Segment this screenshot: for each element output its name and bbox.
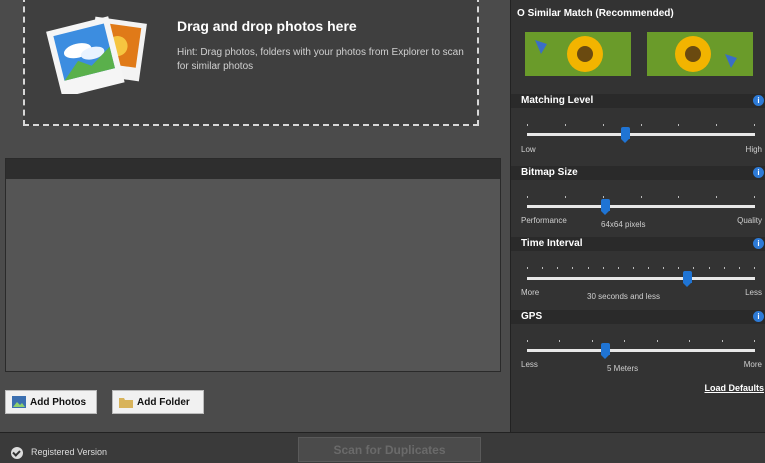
folder-icon	[119, 398, 133, 408]
slider-tick	[559, 340, 560, 342]
matching-level-min: Low	[521, 145, 536, 154]
gps-title: GPS	[521, 311, 543, 322]
time-interval-ticks	[527, 267, 755, 269]
drop-zone[interactable]: Drag and drop photos here Hint: Drag pho…	[23, 0, 479, 126]
slider-tick	[633, 267, 634, 269]
slider-tick	[648, 267, 649, 269]
check-icon	[11, 447, 23, 459]
load-defaults-link[interactable]: Load Defaults	[704, 383, 764, 393]
slider-tick	[565, 124, 566, 126]
slider-tick	[527, 196, 528, 198]
image-icon	[12, 396, 26, 408]
slider-tick	[592, 340, 593, 342]
add-photos-button[interactable]: Add Photos	[5, 390, 97, 414]
slider-tick	[572, 267, 573, 269]
slider-tick	[722, 340, 723, 342]
scan-for-duplicates-button[interactable]: Scan for Duplicates	[298, 437, 481, 462]
sample-image-1	[525, 32, 631, 76]
slider-tick	[603, 196, 604, 198]
slider-tick	[565, 196, 566, 198]
matching-level-title: Matching Level	[521, 95, 594, 106]
info-icon[interactable]: i	[753, 95, 764, 106]
slider-tick	[527, 340, 528, 342]
gps-header: GPS i	[511, 310, 765, 324]
slider-tick	[603, 124, 604, 126]
slider-tick	[641, 124, 642, 126]
slider-tick	[557, 267, 558, 269]
slider-tick	[527, 267, 528, 269]
slider-tick	[754, 267, 755, 269]
slider-tick	[603, 267, 604, 269]
settings-panel: O Similar Match (Recommended) Matching L…	[510, 0, 765, 432]
matching-level-header: Matching Level i	[511, 94, 765, 108]
slider-tick	[754, 196, 755, 198]
info-icon[interactable]: i	[753, 311, 764, 322]
slider-tick	[693, 267, 694, 269]
time-interval-thumb[interactable]	[683, 271, 692, 287]
slider-tick	[618, 267, 619, 269]
gps-ticks	[527, 340, 755, 342]
photos-icon	[46, 16, 147, 94]
time-interval-value: 30 seconds and less	[587, 292, 660, 301]
list-header	[6, 159, 500, 179]
info-icon[interactable]: i	[753, 167, 764, 178]
matching-level-thumb[interactable]	[621, 127, 630, 143]
bitmap-size-value: 64x64 pixels	[601, 220, 646, 229]
add-folder-button[interactable]: Add Folder	[112, 390, 204, 414]
drop-hint: Hint: Drag photos, folders with your pho…	[177, 47, 464, 72]
slider-tick	[663, 267, 664, 269]
slider-tick	[542, 267, 543, 269]
time-interval-title: Time Interval	[521, 238, 583, 249]
bitmap-size-thumb[interactable]	[601, 199, 610, 215]
similar-match-option[interactable]: O Similar Match (Recommended)	[517, 8, 674, 19]
bitmap-size-ticks	[527, 196, 755, 198]
bitmap-size-max: Quality	[737, 216, 762, 225]
slider-tick	[716, 196, 717, 198]
time-interval-slider[interactable]	[527, 277, 755, 280]
slider-tick	[678, 196, 679, 198]
slider-tick	[527, 124, 528, 126]
matching-level-ticks	[527, 124, 755, 126]
info-icon[interactable]: i	[753, 238, 764, 249]
slider-tick	[678, 267, 679, 269]
photo-list[interactable]	[5, 158, 501, 372]
slider-tick	[754, 124, 755, 126]
slider-tick	[657, 340, 658, 342]
time-interval-max: Less	[745, 288, 762, 297]
slider-tick	[689, 340, 690, 342]
time-interval-header: Time Interval i	[511, 237, 765, 251]
slider-tick	[754, 340, 755, 342]
slider-tick	[588, 267, 589, 269]
drop-title: Drag and drop photos here	[177, 18, 357, 34]
gps-slider[interactable]	[527, 349, 755, 352]
slider-tick	[641, 196, 642, 198]
gps-value: 5 Meters	[607, 364, 639, 373]
bitmap-size-title: Bitmap Size	[521, 167, 578, 178]
slider-tick	[678, 124, 679, 126]
slider-tick	[724, 267, 725, 269]
time-interval-min: More	[521, 288, 540, 297]
add-photos-label: Add Photos	[30, 396, 87, 408]
bitmap-size-min: Performance	[521, 216, 567, 225]
sample-image-2	[647, 32, 753, 76]
registered-version-label: Registered Version	[31, 447, 108, 457]
gps-min: Less	[521, 360, 538, 369]
matching-level-slider[interactable]	[527, 133, 755, 136]
slider-tick	[709, 267, 710, 269]
gps-max: More	[743, 360, 762, 369]
radio-icon: O	[517, 8, 528, 19]
similar-match-label: Similar Match (Recommended)	[527, 8, 674, 19]
slider-tick	[716, 124, 717, 126]
bitmap-size-slider[interactable]	[527, 205, 755, 208]
gps-thumb[interactable]	[601, 343, 610, 359]
add-folder-label: Add Folder	[137, 396, 190, 408]
slider-tick	[624, 340, 625, 342]
matching-level-max: High	[745, 145, 762, 154]
slider-tick	[739, 267, 740, 269]
left-area: Drag and drop photos here Hint: Drag pho…	[0, 0, 510, 432]
bitmap-size-header: Bitmap Size i	[511, 166, 765, 180]
